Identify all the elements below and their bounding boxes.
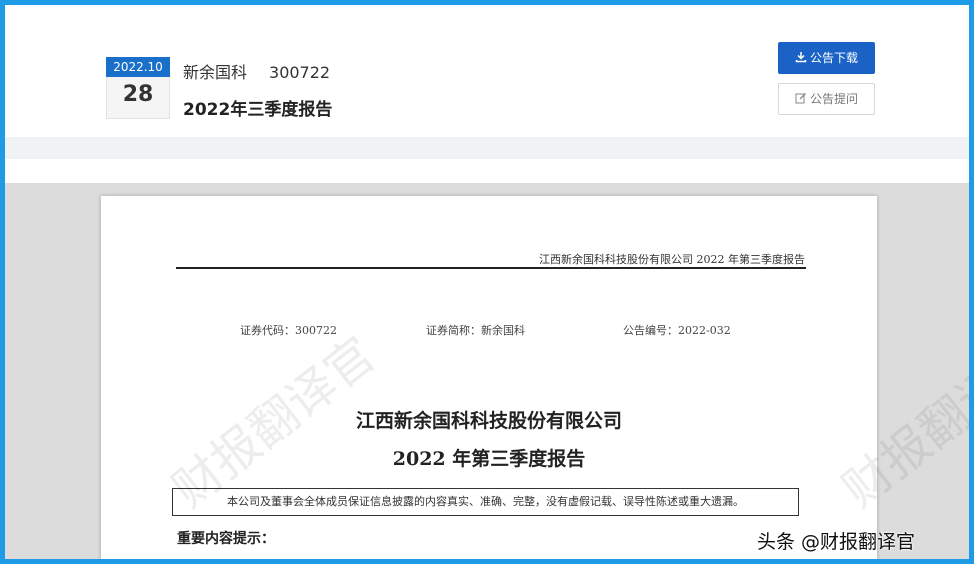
document-title: 2022 年第三季度报告	[392, 448, 586, 470]
company-info: 新余国科 300722	[183, 59, 330, 83]
document-company-name: 江西新余国科科技股份有限公司	[355, 410, 622, 432]
date-badge: 2022.10 28	[106, 57, 170, 119]
important-notice-heading: 重要内容提示：	[177, 531, 275, 547]
company-name[interactable]: 新余国科	[183, 63, 247, 82]
download-label: 公告下载	[809, 51, 858, 65]
header-divider-strip	[5, 137, 969, 159]
ask-label: 公告提问	[809, 92, 858, 106]
announcement-header: 2022.10 28 新余国科 300722 2022年三季度报告 公告下载 公告…	[5, 5, 969, 137]
source-credit: 头条 @财报翻译官	[757, 531, 916, 553]
download-announcement-button[interactable]: 公告下载	[778, 42, 875, 74]
disclosure-notice: 本公司及董事会全体成员保证信息披露的内容真实、准确、完整，没有虚假记载、误导性陈…	[172, 488, 799, 516]
date-year-month: 2022.10	[106, 57, 170, 77]
running-head: 江西新余国科科技股份有限公司 2022 年第三季度报告	[539, 253, 805, 266]
pdf-page: 江西新余国科科技股份有限公司 2022 年第三季度报告 证券代码：300722 …	[101, 196, 877, 559]
announcement-number: 公告编号：2022-032	[623, 324, 731, 337]
security-abbreviation: 证券简称：新余国科	[426, 324, 525, 337]
report-title: 2022年三季度报告	[183, 100, 333, 120]
header-rule	[176, 267, 806, 269]
ask-question-button[interactable]: 公告提问	[778, 83, 875, 115]
screenshot-frame: 2022.10 28 新余国科 300722 2022年三季度报告 公告下载 公告…	[0, 0, 974, 564]
download-icon	[795, 43, 807, 75]
date-day: 28	[122, 82, 154, 107]
security-code: 证券代码：300722	[240, 324, 337, 337]
stock-code: 300722	[269, 63, 331, 82]
edit-icon	[795, 85, 807, 115]
